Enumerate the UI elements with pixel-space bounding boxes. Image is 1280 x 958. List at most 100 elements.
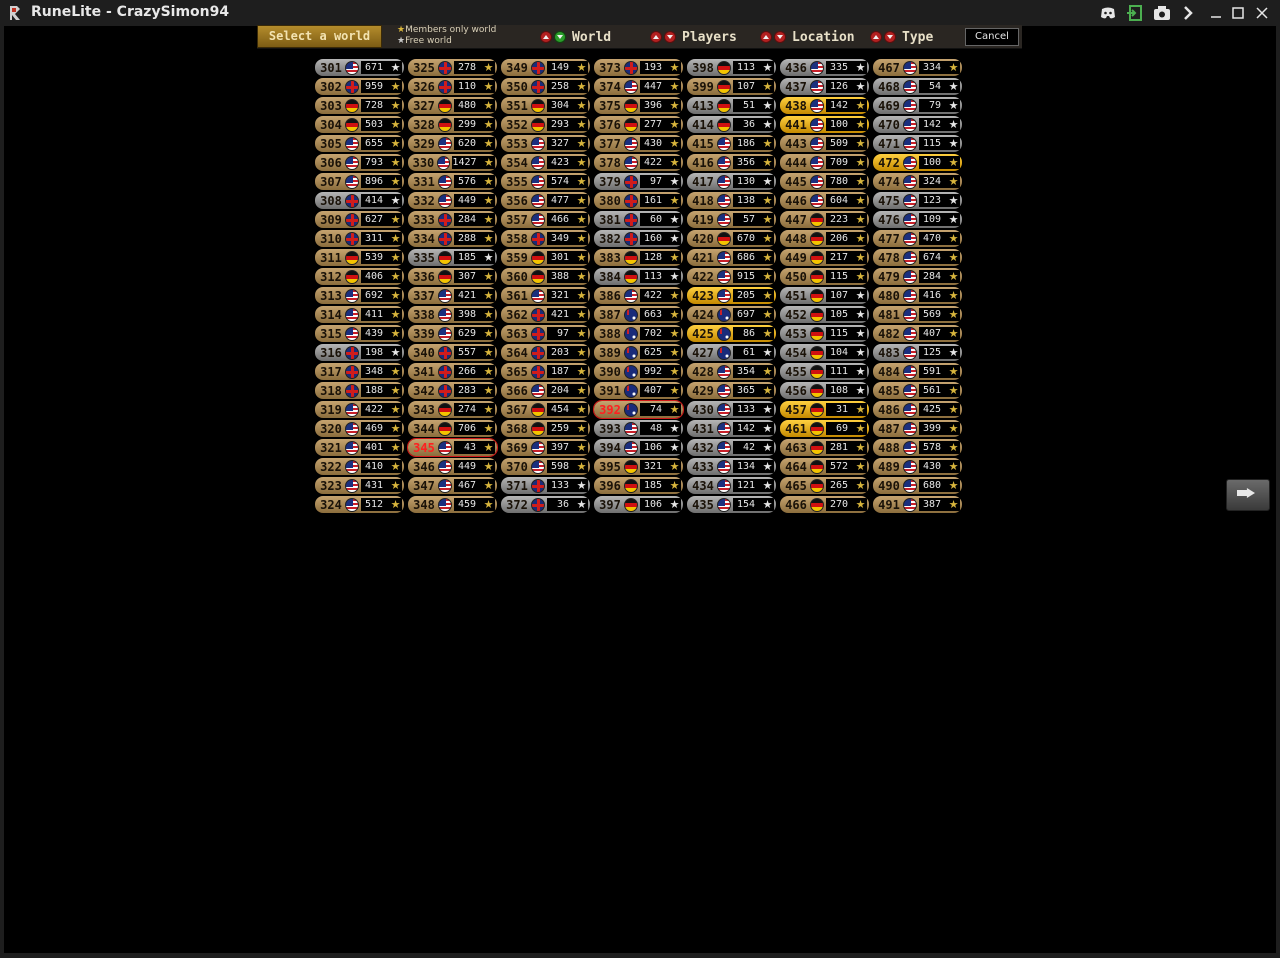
world-row[interactable]: 307 896 ★: [315, 173, 404, 190]
world-row[interactable]: 370 598 ★: [501, 458, 590, 475]
world-row[interactable]: 429 365 ★: [687, 382, 776, 399]
world-row[interactable]: 332 449 ★: [408, 192, 497, 209]
world-row[interactable]: 326 110 ★: [408, 78, 497, 95]
world-row[interactable]: 342 283 ★: [408, 382, 497, 399]
world-row[interactable]: 318 188 ★: [315, 382, 404, 399]
world-row[interactable]: 391 407 ★: [594, 382, 683, 399]
world-row[interactable]: 306 793 ★: [315, 154, 404, 171]
world-row[interactable]: 337 421 ★: [408, 287, 497, 304]
world-row[interactable]: 305 655 ★: [315, 135, 404, 152]
world-row[interactable]: 351 304 ★: [501, 97, 590, 114]
world-row[interactable]: 467 334 ★: [873, 59, 962, 76]
world-row[interactable]: 395 321 ★: [594, 458, 683, 475]
world-row[interactable]: 338 398 ★: [408, 306, 497, 323]
world-row[interactable]: 487 399 ★: [873, 420, 962, 437]
world-row[interactable]: 320 469 ★: [315, 420, 404, 437]
world-row[interactable]: 457 31 ★: [780, 401, 869, 418]
world-row[interactable]: 478 674 ★: [873, 249, 962, 266]
world-row[interactable]: 355 574 ★: [501, 173, 590, 190]
world-row[interactable]: 374 447 ★: [594, 78, 683, 95]
world-row[interactable]: 470 142 ★: [873, 116, 962, 133]
world-row[interactable]: 413 51 ★: [687, 97, 776, 114]
camera-icon[interactable]: [1152, 3, 1172, 23]
world-row[interactable]: 476 109 ★: [873, 211, 962, 228]
world-row[interactable]: 431 142 ★: [687, 420, 776, 437]
world-row[interactable]: 486 425 ★: [873, 401, 962, 418]
world-row[interactable]: 451 107 ★: [780, 287, 869, 304]
world-row[interactable]: 398 113 ★: [687, 59, 776, 76]
world-row[interactable]: 396 185 ★: [594, 477, 683, 494]
world-row[interactable]: 360 388 ★: [501, 268, 590, 285]
world-row[interactable]: 443 509 ★: [780, 135, 869, 152]
world-row[interactable]: 372 36 ★: [501, 496, 590, 513]
world-row[interactable]: 348 459 ★: [408, 496, 497, 513]
close-icon[interactable]: [1252, 3, 1272, 23]
world-row[interactable]: 312 406 ★: [315, 268, 404, 285]
world-row[interactable]: 330 1427 ★: [408, 154, 497, 171]
world-row[interactable]: 354 423 ★: [501, 154, 590, 171]
world-row[interactable]: 389 625 ★: [594, 344, 683, 361]
world-row[interactable]: 420 670 ★: [687, 230, 776, 247]
world-row[interactable]: 334 288 ★: [408, 230, 497, 247]
world-row[interactable]: 481 569 ★: [873, 306, 962, 323]
world-row[interactable]: 323 431 ★: [315, 477, 404, 494]
sort-world-asc-icon[interactable]: [540, 31, 552, 43]
world-row[interactable]: 364 203 ★: [501, 344, 590, 361]
world-row[interactable]: 427 61 ★: [687, 344, 776, 361]
world-row[interactable]: 376 277 ★: [594, 116, 683, 133]
world-row[interactable]: 432 42 ★: [687, 439, 776, 456]
world-row[interactable]: 435 154 ★: [687, 496, 776, 513]
world-row[interactable]: 438 142 ★: [780, 97, 869, 114]
sort-type-asc-icon[interactable]: [870, 31, 882, 43]
world-row[interactable]: 446 604 ★: [780, 192, 869, 209]
world-row[interactable]: 423 205 ★: [687, 287, 776, 304]
world-row[interactable]: 386 422 ★: [594, 287, 683, 304]
minimize-icon[interactable]: [1206, 3, 1226, 23]
world-row[interactable]: 491 387 ★: [873, 496, 962, 513]
world-row[interactable]: 437 126 ★: [780, 78, 869, 95]
world-row[interactable]: 367 454 ★: [501, 401, 590, 418]
world-row[interactable]: 490 680 ★: [873, 477, 962, 494]
world-row[interactable]: 303 728 ★: [315, 97, 404, 114]
world-row[interactable]: 421 686 ★: [687, 249, 776, 266]
world-row[interactable]: 488 578 ★: [873, 439, 962, 456]
world-row[interactable]: 390 992 ★: [594, 363, 683, 380]
sort-players-desc-icon[interactable]: [664, 31, 676, 43]
world-row[interactable]: 356 477 ★: [501, 192, 590, 209]
world-row[interactable]: 325 278 ★: [408, 59, 497, 76]
world-row[interactable]: 418 138 ★: [687, 192, 776, 209]
world-row[interactable]: 483 125 ★: [873, 344, 962, 361]
world-row[interactable]: 430 133 ★: [687, 401, 776, 418]
world-row[interactable]: 433 134 ★: [687, 458, 776, 475]
world-row[interactable]: 485 561 ★: [873, 382, 962, 399]
world-row[interactable]: 373 193 ★: [594, 59, 683, 76]
world-row[interactable]: 353 327 ★: [501, 135, 590, 152]
world-row[interactable]: 394 106 ★: [594, 439, 683, 456]
sort-type-desc-icon[interactable]: [884, 31, 896, 43]
world-row[interactable]: 419 57 ★: [687, 211, 776, 228]
world-row[interactable]: 436 335 ★: [780, 59, 869, 76]
world-row[interactable]: 375 396 ★: [594, 97, 683, 114]
world-row[interactable]: 393 48 ★: [594, 420, 683, 437]
world-row[interactable]: 349 149 ★: [501, 59, 590, 76]
next-page-arrow-icon[interactable]: [1226, 479, 1270, 511]
world-row[interactable]: 465 265 ★: [780, 477, 869, 494]
world-row[interactable]: 352 293 ★: [501, 116, 590, 133]
world-row[interactable]: 362 421 ★: [501, 306, 590, 323]
world-row[interactable]: 311 539 ★: [315, 249, 404, 266]
world-row[interactable]: 309 627 ★: [315, 211, 404, 228]
world-row[interactable]: 416 356 ★: [687, 154, 776, 171]
world-row[interactable]: 447 223 ★: [780, 211, 869, 228]
world-row[interactable]: 378 422 ★: [594, 154, 683, 171]
world-row[interactable]: 448 206 ★: [780, 230, 869, 247]
world-row[interactable]: 381 60 ★: [594, 211, 683, 228]
world-row[interactable]: 479 284 ★: [873, 268, 962, 285]
world-row[interactable]: 343 274 ★: [408, 401, 497, 418]
world-row[interactable]: 466 270 ★: [780, 496, 869, 513]
world-row[interactable]: 358 349 ★: [501, 230, 590, 247]
world-row[interactable]: 336 307 ★: [408, 268, 497, 285]
world-row[interactable]: 468 54 ★: [873, 78, 962, 95]
world-row[interactable]: 359 301 ★: [501, 249, 590, 266]
world-row[interactable]: 450 115 ★: [780, 268, 869, 285]
maximize-icon[interactable]: [1228, 3, 1248, 23]
